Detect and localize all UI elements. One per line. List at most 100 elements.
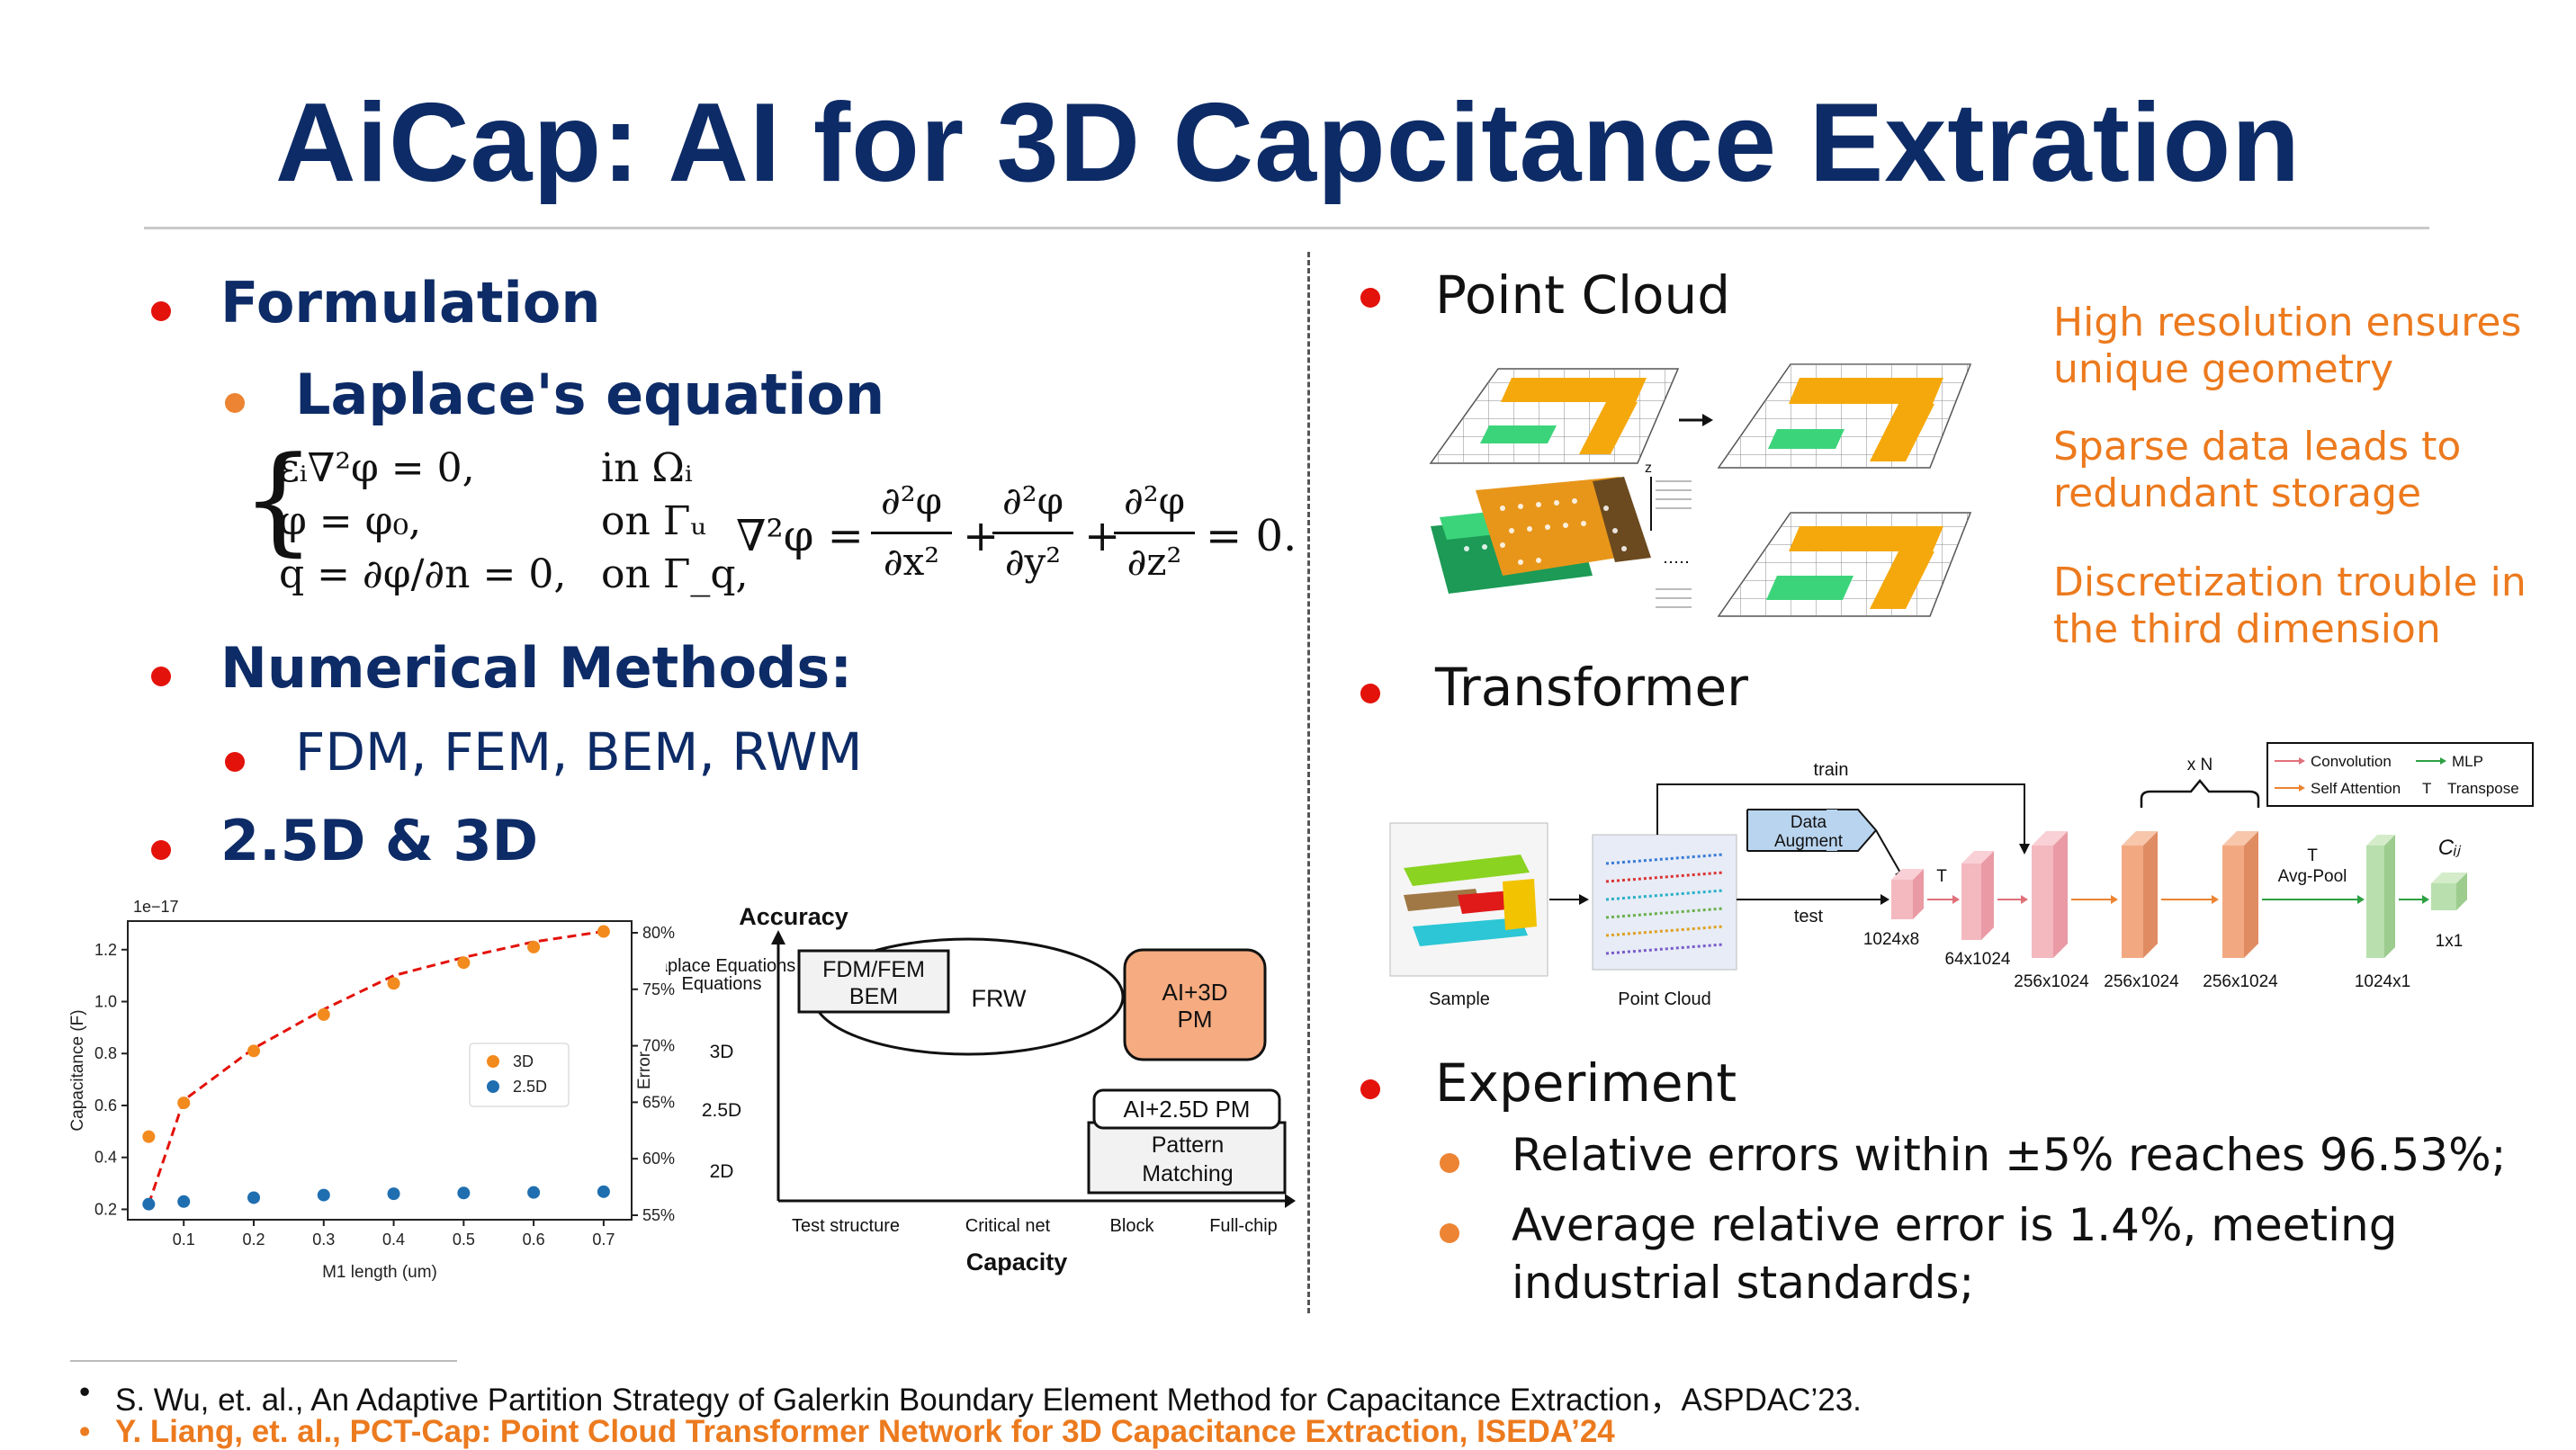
metal-shape	[1766, 576, 1853, 600]
legend-self-attention: Self Attention	[2311, 780, 2401, 797]
x-tick-label: 0.3	[312, 1231, 335, 1249]
data-point-3d	[457, 956, 471, 970]
term-z-denominator: ∂z²	[1126, 540, 1182, 584]
y-tick-label: 1.2	[94, 941, 117, 959]
conv-block-256x1024-a	[2032, 831, 2068, 958]
y-label-equations: Equations	[682, 974, 762, 994]
pm-label: PM	[1178, 1006, 1213, 1033]
note-line: unique geometry	[2053, 346, 2394, 392]
avg-pool-transpose: T	[2307, 846, 2318, 865]
note-line: Sparse data leads to	[2053, 424, 2462, 470]
dim-label: 1x1	[2436, 932, 2464, 951]
y2-axis-label: Error	[635, 1051, 654, 1089]
bullet-dot	[1440, 1223, 1459, 1243]
legend-marker-3d	[487, 1055, 499, 1068]
dim-label: 256x1024	[2104, 972, 2179, 991]
legend-convolution: Convolution	[2311, 753, 2392, 770]
data-point-2-5d	[177, 1195, 191, 1208]
eq-line1-lhs: εᵢ∇²φ = 0,	[279, 445, 475, 491]
sample-block	[1503, 879, 1537, 930]
data-augment-line1: Data	[1791, 813, 1827, 832]
equation-rhs: = 0.	[1206, 511, 1297, 561]
z-axis-label: z	[1645, 461, 1652, 476]
arrow-head	[1702, 414, 1713, 426]
x-axis-arrow	[1285, 1194, 1296, 1208]
sample-label: Sample	[1429, 989, 1490, 1009]
y-label-3d: 3D	[710, 1042, 734, 1062]
capacity-axis-title: Capacity	[966, 1249, 1068, 1275]
note-sparse-data: Sparse data leads to redundant storage	[2053, 424, 2461, 517]
experiment-result-2b: industrial standards;	[1512, 1257, 1975, 1309]
bullet-dot	[1360, 288, 1380, 308]
point-cloud-label: Point Cloud	[1618, 989, 1710, 1009]
capacitance-chart: 1e−17 0.1 0.2 0.3 0.4 0.5 0.6 0.7 0.2 0.4 0.6 0.8…	[68, 898, 675, 1282]
cij-label: Cᵢⱼ	[2438, 836, 2462, 860]
x-label-test-structure: Test structure	[792, 1216, 900, 1236]
eq-line3-rhs: on Γ_q,	[601, 551, 749, 597]
bem-label: BEM	[849, 984, 898, 1009]
data-point-2-5d	[387, 1187, 400, 1201]
fraction-bar	[992, 532, 1073, 534]
dim-label: 64x1024	[1945, 950, 2011, 969]
x-tick-label: 0.7	[592, 1231, 615, 1249]
data-point-3d	[317, 1007, 330, 1021]
dim-label: 256x1024	[2203, 972, 2278, 991]
y-label-2-5d: 2.5D	[702, 1100, 741, 1121]
y-axis-label: Capacitance (F)	[68, 1009, 87, 1131]
term-y-denominator: ∂y²	[1004, 540, 1062, 584]
slide-title: AiCap: AI for 3D Capcitance Extration	[274, 81, 2302, 205]
y-tick-label: 0.2	[94, 1200, 117, 1218]
data-point-2-5d	[142, 1197, 156, 1211]
fraction-bar	[871, 532, 952, 534]
note-line: Discretization trouble in	[2053, 559, 2527, 605]
eq-line3-lhs: q = ∂φ/∂n = 0,	[279, 551, 567, 597]
y-label-2d: 2D	[710, 1161, 734, 1182]
data-point-2-5d	[597, 1185, 610, 1198]
x-tick-label: 0.2	[242, 1231, 265, 1249]
eq-line2-lhs: φ = φ₀,	[279, 498, 422, 544]
bullet-dot	[151, 840, 171, 860]
laplacian-lhs: ∇²φ =	[736, 511, 864, 561]
transpose-label: T	[1936, 867, 1947, 886]
data-point-3d	[247, 1044, 260, 1058]
bullet-dot	[1440, 1153, 1459, 1173]
data-point-2-5d	[457, 1186, 471, 1200]
data-augment-line2: Augment	[1774, 832, 1844, 851]
x-tick-label: 0.4	[382, 1231, 405, 1249]
note-discretization: Discretization trouble in the third dime…	[2053, 559, 2527, 653]
title-divider	[144, 227, 2429, 229]
data-point-2-5d	[527, 1186, 541, 1199]
reference-rule	[70, 1360, 457, 1362]
accuracy-axis-title: Accuracy	[739, 903, 848, 930]
experiment-heading: Experiment	[1435, 1052, 1737, 1114]
bullet-dot	[225, 393, 245, 413]
matching-label: Matching	[1142, 1161, 1233, 1186]
dim-label: 1024x8	[1863, 930, 1919, 949]
point-cloud-illustration: z	[1429, 363, 1972, 617]
x-label-full-chip: Full-chip	[1209, 1216, 1278, 1236]
conv-block-64x1024	[1961, 851, 1994, 940]
metal-shape	[1480, 425, 1557, 443]
x-label-block: Block	[1110, 1216, 1155, 1236]
data-point-3d	[527, 940, 541, 953]
dim-label: 256x1024	[2014, 972, 2089, 991]
x-tick-label: 0.1	[173, 1231, 195, 1249]
data-point-3d	[387, 977, 400, 990]
bullet-dot	[225, 752, 245, 772]
y-tick-label: 1.0	[94, 992, 117, 1010]
reference-bullet-1: •	[79, 1374, 91, 1410]
ai-3d-label: AI+3D	[1162, 979, 1228, 1006]
repeat-brace	[2140, 779, 2260, 808]
bullet-dot	[151, 301, 171, 321]
metal-shape	[1768, 429, 1844, 449]
column-divider	[1307, 252, 1310, 1313]
y-label-laplace: Laplace Equations	[666, 956, 795, 976]
dims-heading: 2.5D & 3D	[220, 808, 539, 873]
conv-block-1024x8	[1891, 869, 1924, 919]
reference-bullet-2: •	[79, 1414, 91, 1449]
dim-label: 1024x1	[2355, 972, 2410, 991]
note-line: the third dimension	[2053, 606, 2441, 652]
ai-2-5d-pm-label: AI+2.5D PM	[1124, 1096, 1251, 1123]
term-x-denominator: ∂x²	[883, 540, 940, 584]
legend-t: T	[2422, 780, 2431, 797]
